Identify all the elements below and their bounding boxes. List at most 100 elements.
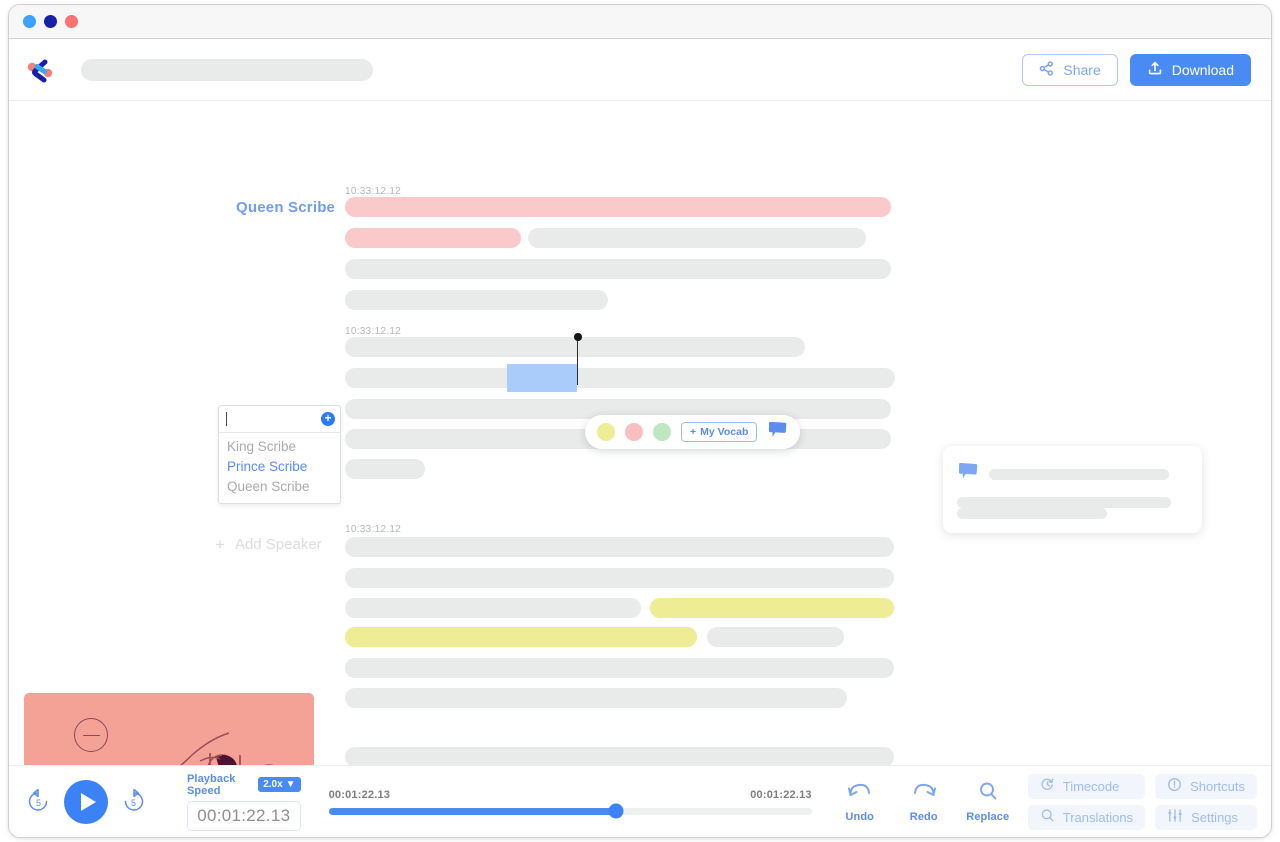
text-selection-highlight[interactable]	[507, 364, 577, 392]
timeline-scrubber: 00:01:22.13 00:01:22.13	[328, 789, 812, 819]
transcript-line[interactable]	[345, 688, 847, 708]
sliders-icon	[1167, 808, 1183, 826]
scrubber-track[interactable]	[328, 803, 812, 819]
share-label: Share	[1063, 61, 1101, 78]
comment-text-line	[989, 468, 1169, 480]
app-window: Share Download 10:33:12.12 Queen Scribe	[8, 4, 1272, 838]
transcript-line[interactable]	[650, 598, 894, 618]
add-speaker-plus-icon[interactable]: +	[321, 412, 335, 426]
forward-5-button[interactable]: 5	[120, 788, 147, 815]
comment-card[interactable]	[943, 446, 1202, 533]
rewind-5-button[interactable]: 5	[25, 788, 52, 815]
settings-label: Settings	[1191, 809, 1239, 825]
preferences-grid: Timecode Shortcuts Translations Settings	[1027, 773, 1257, 830]
highlight-yellow-swatch[interactable]	[597, 423, 615, 441]
timecode-label: Timecode	[1062, 778, 1120, 794]
speaker-option-prince-scribe[interactable]: Prince Scribe	[219, 457, 340, 477]
scrubber-progress	[328, 807, 617, 815]
transcript-line[interactable]	[345, 290, 608, 310]
search-icon	[1040, 808, 1055, 826]
transcript-line[interactable]	[345, 459, 425, 479]
transcript-line[interactable]	[345, 568, 894, 588]
comment-bubble-icon	[767, 421, 788, 444]
exclamation-circle-icon	[1167, 777, 1182, 795]
transcript-line[interactable]	[345, 747, 894, 767]
share-icon	[1039, 60, 1054, 79]
playhead[interactable]	[574, 333, 582, 385]
app-header: Share Download	[9, 39, 1271, 101]
replace-button[interactable]: Replace	[966, 781, 1010, 823]
transcript-line[interactable]	[345, 658, 894, 678]
transcript-canvas: 10:33:12.12 Queen Scribe 10:33:12.12 + M…	[9, 101, 1271, 837]
transcript-line[interactable]	[345, 259, 891, 279]
minimize-button[interactable]	[23, 15, 36, 28]
play-button[interactable]	[64, 779, 108, 824]
maximize-button[interactable]	[44, 15, 57, 28]
add-to-my-vocab-button[interactable]: + My Vocab	[681, 422, 758, 442]
sync-clock-icon	[1040, 777, 1055, 795]
player-bar: 5 5 Playback Speed 2.0x ▼ 00:01:22.13 00…	[9, 765, 1271, 837]
transcript-line[interactable]	[528, 228, 866, 248]
transcript-line[interactable]	[345, 228, 521, 248]
translations-button[interactable]: Translations	[1027, 804, 1146, 830]
document-title-input[interactable]	[81, 58, 373, 81]
upload-icon	[1147, 60, 1163, 79]
svg-text:5: 5	[36, 798, 41, 808]
speaker-option-queen-scribe[interactable]: Queen Scribe	[219, 477, 340, 497]
window-titlebar	[9, 5, 1271, 39]
my-vocab-label: My Vocab	[700, 426, 749, 438]
plus-icon: +	[690, 426, 697, 438]
add-speaker-button[interactable]: + Add Speaker	[215, 536, 322, 553]
minimize-circle-icon[interactable]	[74, 718, 108, 752]
plus-icon: +	[215, 535, 225, 554]
comment-text-line	[957, 508, 1107, 519]
scrub-start-time: 00:01:22.13	[328, 788, 391, 801]
shortcuts-label: Shortcuts	[1190, 778, 1245, 794]
scrubber-times: 00:01:22.13 00:01:22.13	[329, 789, 812, 801]
highlight-pink-swatch[interactable]	[625, 423, 643, 441]
speaker-option-king-scribe[interactable]: King Scribe	[219, 437, 340, 457]
transcript-line[interactable]	[345, 537, 894, 557]
speaker-options-list: King Scribe Prince Scribe Queen Scribe	[219, 437, 340, 503]
undo-label: Undo	[845, 810, 874, 823]
timecode-block-1: 10:33:12.12	[345, 186, 402, 197]
settings-button[interactable]: Settings	[1155, 804, 1257, 830]
undo-arrow-icon	[847, 781, 873, 804]
download-button[interactable]: Download	[1129, 53, 1251, 86]
scribe-logo	[25, 55, 55, 85]
scrubber-handle[interactable]	[608, 803, 624, 819]
transcript-line[interactable]	[345, 368, 895, 388]
speaker-label-block-1[interactable]: Queen Scribe	[236, 199, 335, 216]
search-icon	[977, 781, 999, 804]
playback-speed-select[interactable]: 2.0x ▼	[258, 777, 301, 792]
speaker-dropdown[interactable]: + King Scribe Prince Scribe Queen Scribe	[218, 405, 341, 504]
transcript-line[interactable]	[345, 627, 697, 647]
timecode-button[interactable]: Timecode	[1027, 773, 1146, 799]
playhead-knob[interactable]	[574, 333, 582, 341]
redo-button[interactable]: Redo	[902, 781, 946, 823]
header-actions: Share Download	[1022, 53, 1251, 86]
comment-text-line	[957, 497, 1171, 508]
replace-label: Replace	[966, 810, 1010, 823]
redo-label: Redo	[909, 810, 938, 823]
edit-tools: Undo Redo Replace	[838, 781, 1010, 823]
close-button[interactable]	[65, 15, 78, 28]
undo-button[interactable]: Undo	[838, 781, 882, 823]
highlight-green-swatch[interactable]	[653, 423, 671, 441]
shortcuts-button[interactable]: Shortcuts	[1155, 773, 1257, 799]
add-comment-button[interactable]	[767, 421, 788, 444]
translations-label: Translations	[1062, 809, 1134, 825]
playback-speed-row: Playback Speed 2.0x ▼	[187, 773, 301, 797]
comment-card-head	[957, 462, 1188, 486]
transcript-line[interactable]	[345, 598, 641, 618]
svg-text:5: 5	[131, 798, 136, 808]
play-icon	[80, 792, 96, 811]
playhead-stem	[577, 340, 579, 385]
redo-arrow-icon	[911, 781, 937, 804]
speaker-name-input[interactable]: +	[219, 406, 340, 433]
transcript-line[interactable]	[345, 197, 891, 217]
current-time-field[interactable]: 00:01:22.13	[187, 800, 301, 831]
playback-speed-label: Playback Speed	[187, 772, 236, 797]
transcript-line[interactable]	[707, 627, 844, 647]
share-button[interactable]: Share	[1022, 53, 1118, 86]
